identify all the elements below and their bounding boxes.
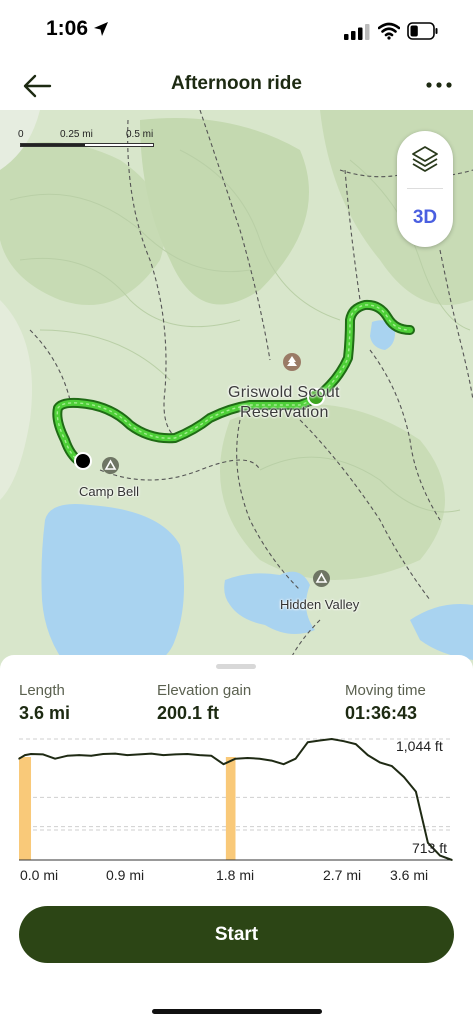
elevation-point xyxy=(415,790,417,793)
stat-length-label: Length xyxy=(19,682,65,699)
map-label-valley: Hidden Valley xyxy=(280,597,360,612)
elevation-chart[interactable]: 1,044 ft 713 ft 0.0 mi 0.9 mi 1.8 mi 2.7… xyxy=(0,733,473,893)
x-tick-label-2: 1.8 mi xyxy=(216,867,255,883)
x-tick-label-0: 0.0 mi xyxy=(20,867,59,883)
elevation-point xyxy=(367,754,369,756)
elevation-point xyxy=(114,752,117,755)
elevation-point xyxy=(234,757,237,760)
stat-elevation-gain: Elevation gain 200.1 ft xyxy=(157,682,251,724)
x-tick-label-4: 3.6 mi xyxy=(390,867,429,883)
forest-poi-icon[interactable] xyxy=(283,353,301,371)
y-tick-label-min: 713 ft xyxy=(412,840,448,856)
location-arrow-icon xyxy=(94,22,108,36)
stat-elevation-value: 200.1 ft xyxy=(157,703,220,723)
scale-label-mid: 0.25 mi xyxy=(60,129,93,140)
map-label-reservation-line1: Griswold Scout xyxy=(228,384,340,401)
chart-highlight-range-0 xyxy=(19,757,32,860)
elevation-point xyxy=(24,754,26,756)
start-button[interactable]: Start xyxy=(19,906,454,963)
elevation-point xyxy=(150,752,153,755)
route-end-marker xyxy=(74,452,92,470)
battery-icon xyxy=(407,22,438,40)
wifi-icon xyxy=(378,22,400,40)
stat-moving-time-label: Moving time xyxy=(345,682,426,699)
map-label-camp: Camp Bell xyxy=(79,484,139,499)
elevation-point xyxy=(451,859,453,861)
elevation-point xyxy=(42,753,44,756)
elevation-point xyxy=(78,754,80,756)
chart-highlight-range-1 xyxy=(225,757,236,860)
stat-length-value: 3.6 mi xyxy=(19,703,71,723)
scale-label-end: 0.5 mi xyxy=(126,129,154,140)
more-dots-icon xyxy=(426,82,452,88)
elevation-point xyxy=(318,739,321,742)
elevation-point xyxy=(30,753,32,755)
toggle-3d-button[interactable]: 3D xyxy=(397,190,453,246)
stat-moving-time-value: 01:36:43 xyxy=(345,703,418,723)
elevation-point xyxy=(54,757,56,760)
map-label-reservation-line2: Reservation xyxy=(240,404,329,421)
scale-label-zero: 0 xyxy=(18,129,24,140)
y-tick-label-max: 1,044 ft xyxy=(396,738,443,754)
status-time: 1:06 xyxy=(46,17,89,40)
elevation-point xyxy=(306,741,309,744)
elevation-point xyxy=(258,757,261,760)
elevation-point xyxy=(138,753,141,756)
nav-bar: Afternoon ride xyxy=(0,62,473,110)
more-options-button[interactable] xyxy=(422,70,458,100)
controls-divider xyxy=(407,188,443,189)
x-tick-label-1: 0.9 mi xyxy=(106,867,145,883)
elevation-point xyxy=(90,755,92,757)
home-indicator xyxy=(152,1009,322,1014)
layers-icon xyxy=(412,146,438,172)
status-bar: 1:06 xyxy=(0,0,473,62)
x-tick-label-3: 2.7 mi xyxy=(323,867,362,883)
elevation-point xyxy=(294,757,297,760)
elevation-point xyxy=(126,754,129,756)
elevation-point xyxy=(391,765,393,767)
elevation-point xyxy=(66,755,68,757)
elevation-point xyxy=(342,740,345,742)
stat-elevation-label: Elevation gain xyxy=(157,682,252,699)
elevation-point xyxy=(174,753,177,756)
map-controls: 3D xyxy=(397,131,453,247)
elevation-point xyxy=(270,759,273,762)
signal-icon xyxy=(344,24,370,40)
elevation-point xyxy=(354,743,357,745)
elevation-point xyxy=(18,757,20,760)
elevation-point xyxy=(162,754,165,756)
layers-button[interactable] xyxy=(397,131,453,187)
stat-moving-time: Moving time 01:36:43 xyxy=(345,682,426,724)
page-title: Afternoon ride xyxy=(171,73,302,94)
camp-poi-icon[interactable] xyxy=(102,457,119,474)
sheet-grabber[interactable] xyxy=(216,664,256,669)
elevation-point xyxy=(222,763,225,766)
elevation-point xyxy=(102,753,104,755)
elevation-point xyxy=(282,763,285,766)
elevation-point xyxy=(379,761,381,764)
map-scale-bar: 0 0.25 mi 0.5 mi xyxy=(18,129,158,151)
elevation-point xyxy=(403,776,405,778)
elevation-point xyxy=(246,757,249,759)
valley-poi-icon[interactable] xyxy=(313,570,330,587)
elevation-point xyxy=(186,753,189,755)
elevation-point xyxy=(210,755,213,757)
stat-length: Length 3.6 mi xyxy=(19,682,70,724)
elevation-point xyxy=(330,738,333,740)
elevation-point xyxy=(198,754,201,756)
scale-line xyxy=(20,143,154,147)
